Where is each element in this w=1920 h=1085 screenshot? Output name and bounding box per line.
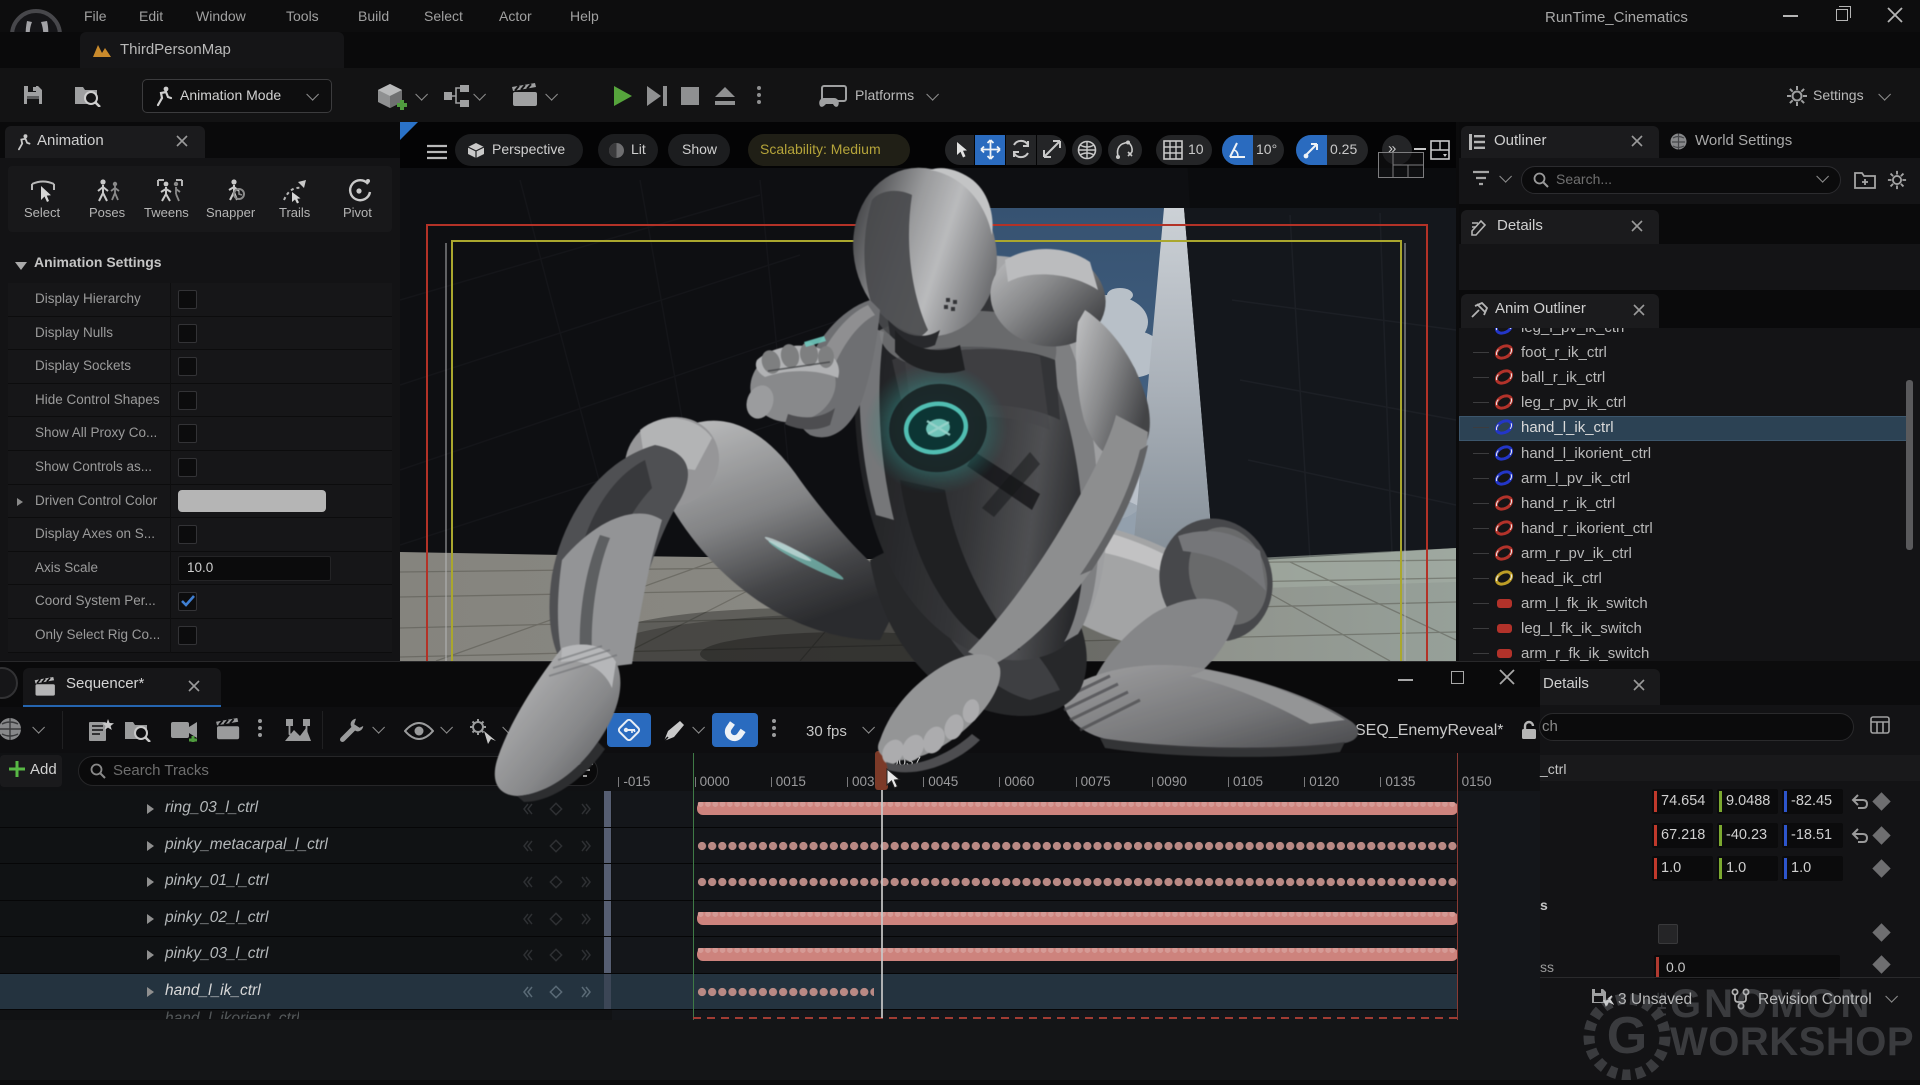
svg-text:G: G: [1607, 1007, 1647, 1065]
svg-text:THE: THE: [1655, 991, 1669, 1018]
svg-text:WORKSHOP: WORKSHOP: [1670, 1020, 1914, 1064]
